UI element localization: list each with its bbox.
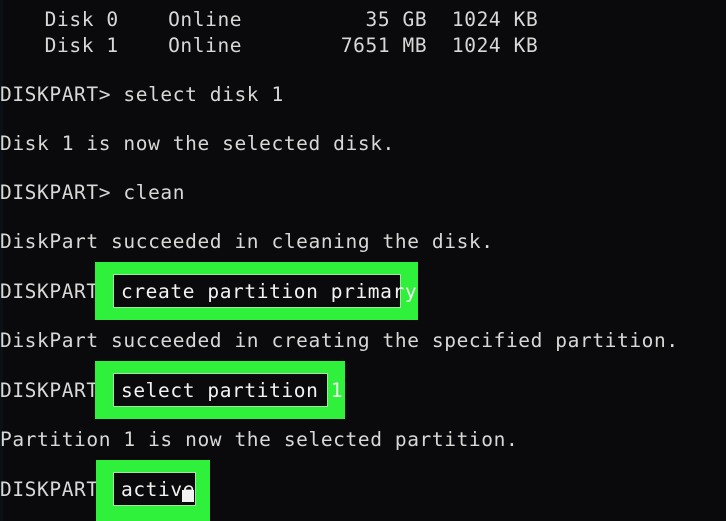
output-partition-selected-line: Partition 1 is now the selected partitio…: [0, 428, 519, 451]
disk-table-row-1: Disk 1 Online 7651 MB 1024 KB: [20, 34, 539, 57]
callout-select-partition-1[interactable]: select partition 1: [113, 373, 343, 407]
prompt-active-line: DISKPART: [0, 478, 99, 501]
callout-text-create-partition-primary: create partition primary: [121, 279, 418, 303]
prompt-select-disk-line: DISKPART> select disk 1: [0, 83, 284, 106]
prompt-select-partition-line: DISKPART: [0, 379, 99, 402]
diskpart-terminal-window[interactable]: Disk 0 Online 35 GB 1024 KB Disk 1 Onlin…: [0, 0, 726, 521]
prompt-clean-line: DISKPART> clean: [0, 181, 186, 204]
disk-table-row-0: Disk 0 Online 35 GB 1024 KB: [20, 8, 539, 31]
output-clean-success-line: DiskPart succeeded in cleaning the disk.: [0, 230, 494, 253]
prompt-create-partition-line: DISKPART: [0, 280, 99, 303]
text-cursor: [182, 490, 194, 502]
callout-text-select-partition-1: select partition 1: [121, 378, 344, 402]
output-create-success-line: DiskPart succeeded in creating the speci…: [0, 329, 679, 352]
callout-create-partition-primary[interactable]: create partition primary: [113, 274, 417, 308]
output-disk-selected-line: Disk 1 is now the selected disk.: [0, 132, 395, 155]
